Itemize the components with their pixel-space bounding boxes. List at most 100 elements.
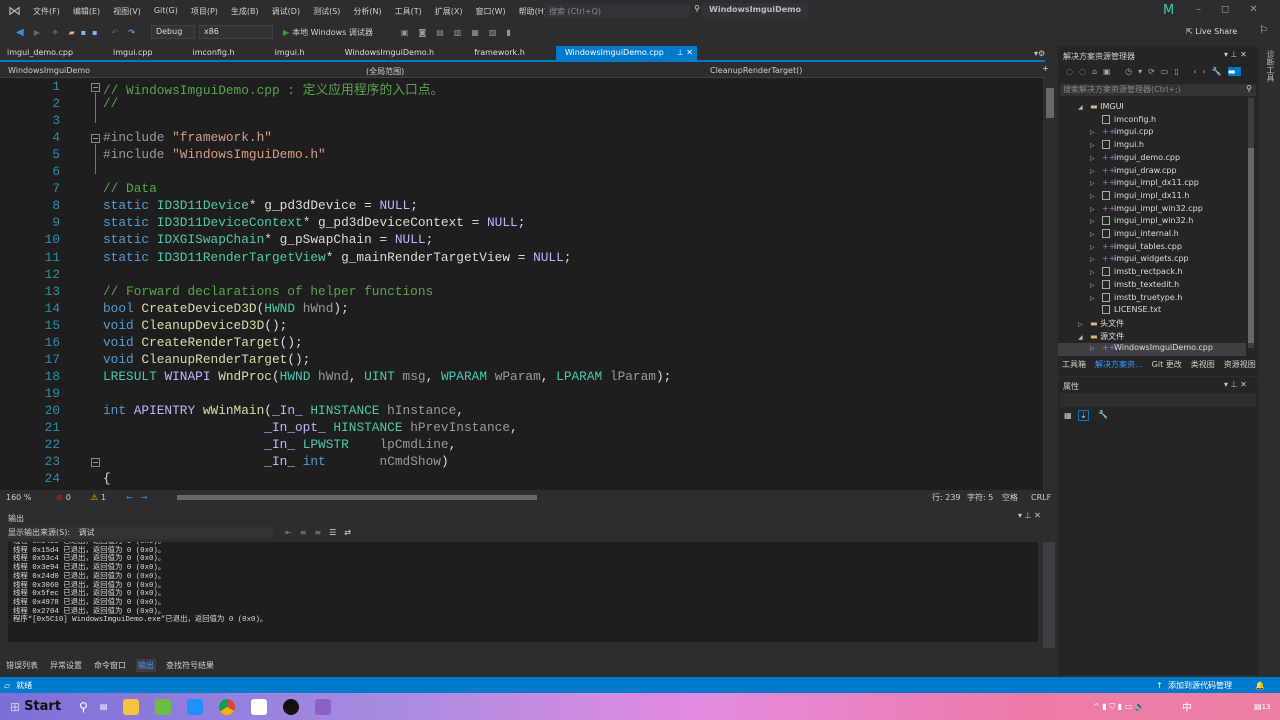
tab-windowsimguidemo-cpp[interactable]: WindowsImguiDemo.cpp — [555, 46, 673, 60]
expand-arrow-icon[interactable]: ▷ — [1090, 244, 1102, 251]
code-line[interactable]: _In_ LPWSTR lpCmdLine, — [103, 437, 456, 452]
app-icon[interactable] — [187, 698, 204, 715]
output-toolbar-icons[interactable]: ⇤≡≡☰⇄ — [285, 528, 359, 537]
zoom-level[interactable]: 160 % — [6, 493, 56, 502]
expand-arrow-icon[interactable]: ▷ — [1090, 269, 1102, 276]
tree-item[interactable]: ▷ ++WindowsImguiDemo.cpp — [1058, 343, 1246, 356]
expand-arrow-icon[interactable]: ▷ — [1090, 180, 1102, 187]
menu-item[interactable]: 调试(D) — [272, 6, 300, 17]
fold-toggle-icon[interactable]: − — [91, 458, 100, 468]
tree-item[interactable]: ▷ ++imgui_demo.cpp — [1058, 153, 1246, 166]
code-line[interactable]: { — [103, 471, 111, 486]
menu-item[interactable]: 生成(B) — [231, 6, 259, 17]
output-scrollbar[interactable] — [1043, 542, 1055, 648]
tab-framework-h[interactable]: framework.h — [465, 46, 534, 60]
solution-search[interactable]: 搜索解决方案资源管理器(Ctrl+;) ⚲ — [1060, 84, 1256, 96]
file-explorer-icon[interactable] — [123, 698, 140, 715]
code-editor[interactable]: 1−// WindowsImguiDemo.cpp : 定义应用程序的入口点。 2… — [0, 78, 1043, 490]
expand-arrow-icon[interactable]: ▷ — [1090, 282, 1102, 289]
menu-item[interactable]: Git(G) — [154, 6, 178, 17]
tab-windowsimguidemo-h[interactable]: WindowsImguiDemo.h — [336, 46, 443, 60]
panel-controls[interactable]: ▾ ⊥ ✕ — [1224, 380, 1247, 389]
tree-item[interactable]: ▷ ++imgui_draw.cpp — [1058, 166, 1246, 179]
expand-arrow-icon[interactable]: ▷ — [1090, 168, 1102, 175]
play-icon[interactable]: ▶ — [283, 28, 289, 37]
notification-bell-icon[interactable]: 🔔 — [1255, 681, 1265, 690]
tray-icons[interactable]: ^ ▮ ⛉ ▮ ▭ 🔈 — [1093, 702, 1145, 712]
tree-item[interactable]: ▷ imstb_textedit.h — [1058, 279, 1246, 293]
bottom-tab[interactable]: 输出 — [136, 658, 156, 672]
tree-item[interactable]: ▷ imstb_truetype.h — [1058, 292, 1246, 306]
close-icon[interactable]: ✕ — [1249, 4, 1277, 15]
solution-tab[interactable]: 解决方案资... — [1095, 359, 1143, 370]
open-icon[interactable]: ▰ — [69, 28, 75, 37]
add-to-source-control[interactable]: 添加到源代码管理 — [1168, 680, 1232, 691]
expand-arrow-icon[interactable]: ▷ — [1090, 231, 1102, 238]
account-avatar[interactable]: M — [1163, 3, 1174, 18]
menu-item[interactable]: 测试(S) — [313, 6, 340, 17]
tree-item[interactable]: ◢ ▬ 源文件 — [1058, 331, 1246, 344]
minimize-icon[interactable]: – — [1196, 4, 1221, 15]
tree-item[interactable]: ▷ ++imgui_impl_win32.cpp — [1058, 204, 1246, 217]
menu-item[interactable]: 编辑(E) — [73, 6, 100, 17]
tab-imconfig-h[interactable]: imconfig.h — [184, 46, 244, 60]
tree-item[interactable]: ▷ ++imgui_tables.cpp — [1058, 242, 1246, 255]
chrome-icon[interactable] — [219, 698, 236, 715]
solution-tab[interactable]: Git 更改 — [1152, 359, 1182, 370]
code-line[interactable]: void CleanupRenderTarget(); — [103, 352, 310, 367]
code-line[interactable]: // Data — [103, 181, 157, 196]
task-view-icon[interactable]: ▤ — [100, 702, 108, 711]
code-line[interactable]: void CleanupDeviceD3D(); — [103, 318, 287, 333]
solution-tab[interactable]: 工具箱 — [1062, 359, 1086, 370]
solution-tab[interactable]: 类视图 — [1191, 359, 1215, 370]
menu-item[interactable]: 窗口(W) — [476, 6, 506, 17]
expand-arrow-icon[interactable]: ▷ — [1090, 142, 1102, 149]
split-icon[interactable]: + — [1042, 64, 1049, 73]
save-icon[interactable]: ▪ — [81, 28, 86, 37]
expand-arrow-icon[interactable]: ▷ — [1090, 256, 1102, 263]
fold-toggle-icon[interactable]: − — [91, 83, 100, 92]
back-icon[interactable]: ◀ — [16, 27, 24, 38]
search-input[interactable]: 搜索 (Ctrl+Q) ⚲ — [545, 4, 700, 18]
tree-item[interactable]: LICENSE.txt — [1058, 305, 1246, 318]
nav-back-icon[interactable]: ← — [126, 493, 133, 502]
eol-indicator[interactable]: CRLF — [1031, 493, 1051, 502]
menu-item[interactable]: 视图(V) — [113, 6, 141, 17]
nav-forward-icon[interactable]: → — [141, 493, 148, 502]
expand-arrow-icon[interactable]: ▷ — [1090, 155, 1102, 162]
redo-icon[interactable]: ↷ — [128, 28, 135, 37]
tree-item[interactable]: ▷ ++imgui_impl_dx11.cpp — [1058, 178, 1246, 191]
menu-item[interactable]: 工具(T) — [395, 6, 422, 17]
tree-item[interactable]: ◢ ▬ IMGUI — [1058, 102, 1246, 115]
properties-object-dropdown[interactable] — [1060, 393, 1256, 407]
code-line[interactable]: // — [103, 96, 118, 111]
notepad-app-icon[interactable] — [155, 698, 172, 715]
action-center-icon[interactable]: ▤13 — [1254, 702, 1270, 711]
bottom-tab[interactable]: 查找符号结果 — [164, 659, 216, 672]
menu-item[interactable]: 文件(F) — [33, 6, 60, 17]
scope-dropdown[interactable]: (全局范围) — [366, 66, 404, 77]
expand-arrow-icon[interactable]: ▷ — [1090, 295, 1102, 302]
tree-item[interactable]: imconfig.h — [1058, 114, 1246, 128]
output-source-dropdown[interactable]: 调试 — [79, 528, 95, 537]
tree-item[interactable]: ▷ ▬ 头文件 — [1058, 318, 1246, 331]
recorder-icon[interactable] — [283, 698, 300, 715]
expand-arrow-icon[interactable]: ◢ — [1078, 334, 1090, 341]
start-button[interactable]: Start — [24, 699, 61, 714]
error-count[interactable]: 0 — [66, 493, 71, 502]
horizontal-scrollbar[interactable] — [177, 495, 538, 500]
tab-imgui-cpp[interactable]: imgui.cpp — [104, 46, 161, 60]
save-all-icon[interactable]: ▪ — [92, 28, 97, 37]
tree-item[interactable]: ▷ imstb_rectpack.h — [1058, 267, 1246, 280]
undo-icon[interactable]: ↶ — [112, 28, 119, 37]
tree-scrollbar[interactable] — [1248, 98, 1254, 348]
solution-tab[interactable]: 资源视图 — [1224, 359, 1256, 370]
code-line[interactable]: // WindowsImguiDemo.cpp : 定义应用程序的入口点。 — [103, 79, 443, 98]
ime-indicator[interactable]: 中 — [1182, 699, 1192, 714]
live-share-button[interactable]: ⇱ Live Share — [1186, 27, 1237, 36]
windows-start-icon[interactable]: ⊞ — [10, 700, 20, 714]
output-panel-controls[interactable]: ▾ ⊥ ✕ — [1018, 511, 1041, 520]
forward-icon[interactable]: ▶ — [34, 28, 40, 37]
code-line[interactable]: #include "WindowsImguiDemo.h" — [103, 147, 326, 162]
indent-indicator[interactable]: 空格 — [1002, 492, 1018, 503]
